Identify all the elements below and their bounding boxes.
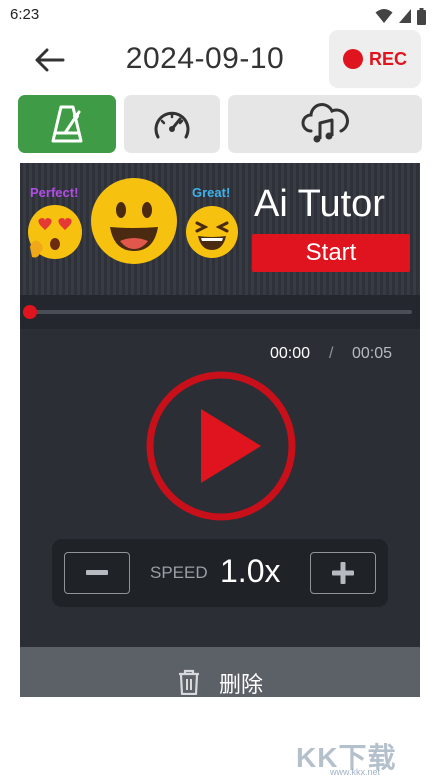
wifi-icon [375, 9, 393, 23]
rec-button[interactable]: REC [329, 30, 421, 88]
total-time: 00:05 [352, 345, 393, 362]
cloud-music-icon [301, 103, 349, 143]
speed-label: SPEED [150, 563, 208, 582]
battery-icon [417, 7, 426, 25]
delete-label: 删除 [218, 672, 263, 697]
time-separator: / [329, 345, 334, 362]
header: 2024-09-10 REC [0, 30, 440, 90]
smile-emoji-icon [91, 178, 177, 264]
great-label: Great! [192, 185, 231, 200]
tab-speed[interactable] [124, 95, 220, 153]
status-bar: 6:23 [0, 0, 440, 32]
status-icons [375, 7, 426, 25]
watermark-url: www.kkx.net [330, 767, 381, 777]
current-time: 00:00 [270, 345, 311, 362]
tab-metronome[interactable] [18, 95, 116, 153]
speed-decrease-button[interactable] [64, 552, 130, 594]
speed-increase-button[interactable] [310, 552, 376, 594]
trash-icon [178, 669, 199, 695]
speed-control: SPEED 1.0x [52, 539, 388, 607]
player-panel: Perfect! Great! Ai Tutor Start 00:00 / 0… [20, 163, 420, 697]
tab-cloud-music[interactable] [228, 95, 422, 153]
ai-tutor-title: Ai Tutor [254, 183, 385, 225]
mode-tabs [18, 95, 422, 153]
page-title: 2024-09-10 [125, 42, 285, 75]
signal-icon [399, 9, 411, 23]
arrow-left-icon [35, 48, 65, 72]
time-display: 00:00 / 00:05 [20, 345, 420, 367]
speed-value: 1.0x [220, 553, 281, 589]
minus-icon [86, 570, 108, 575]
rec-label: REC [368, 48, 407, 69]
metronome-icon [51, 105, 83, 143]
progress-slider[interactable] [30, 310, 412, 314]
play-icon [146, 371, 296, 521]
record-icon [342, 49, 363, 69]
back-button[interactable] [28, 40, 72, 80]
delete-button[interactable]: 删除 [20, 647, 420, 697]
speedometer-icon [154, 111, 190, 139]
grin-emoji-icon [186, 206, 238, 258]
heart-eyes-emoji-icon [28, 205, 82, 259]
progress-thumb[interactable] [23, 305, 37, 319]
perfect-label: Perfect! [30, 185, 79, 200]
plus-icon [332, 562, 354, 584]
ai-tutor-banner: Perfect! Great! Ai Tutor Start [20, 163, 420, 295]
watermark: KK下载 www.kkx.net [296, 736, 436, 777]
play-button[interactable] [144, 369, 298, 523]
status-time: 6:23 [10, 6, 40, 23]
start-button[interactable]: Start [252, 234, 410, 272]
